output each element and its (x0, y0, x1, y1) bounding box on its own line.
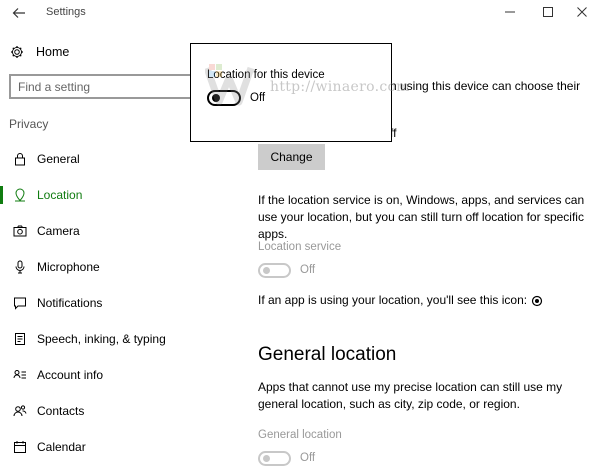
contacts-icon (12, 403, 28, 419)
sidebar-item-label: Microphone (37, 260, 100, 274)
toggle-state: Off (250, 92, 266, 104)
location-service-label: Location service (258, 241, 342, 253)
microphone-icon (12, 259, 28, 275)
sidebar-item-label: Notifications (37, 296, 103, 310)
sidebar-item-label: Account info (37, 368, 104, 382)
sidebar-item-account-info[interactable]: Account info (0, 360, 238, 390)
maximize-icon (543, 7, 553, 17)
toggle-state: Off (300, 264, 316, 276)
gear-icon (11, 46, 23, 58)
popup-title: Location for this device (207, 69, 325, 81)
location-service-toggle[interactable]: Off (258, 262, 315, 278)
sidebar-item-label: Calendar (37, 440, 86, 454)
minimize-button[interactable] (498, 2, 522, 22)
active-indicator (0, 186, 3, 204)
general-location-toggle[interactable]: Off (258, 450, 315, 466)
icon-sentence-text: If an app is using your location, you'll… (258, 293, 528, 307)
section-label-privacy: Privacy (9, 117, 49, 131)
home-label: Home (36, 45, 70, 59)
service-description: If the location service is on, Windows, … (258, 193, 585, 241)
title-bar: Settings (0, 0, 600, 26)
camera-icon (12, 223, 28, 239)
toggle-state: Off (300, 452, 316, 464)
calendar-icon (12, 439, 28, 455)
speech-icon (12, 331, 28, 347)
sidebar-item-location[interactable]: Location (0, 180, 238, 210)
maximize-button[interactable] (536, 2, 560, 22)
back-arrow-icon (12, 8, 25, 18)
lock-icon (12, 151, 28, 167)
sidebar-item-speech[interactable]: Speech, inking, & typing (0, 324, 238, 354)
sidebar-item-label: Location (37, 188, 83, 202)
home-button[interactable]: Home (10, 42, 69, 62)
device-location-toggle[interactable]: Off (207, 90, 265, 106)
toggle-switch[interactable] (258, 450, 291, 466)
sidebar-item-label: Speech, inking, & typing (37, 332, 166, 346)
close-button[interactable] (570, 2, 594, 22)
sidebar-item-label: General (37, 152, 80, 166)
sidebar-item-notifications[interactable]: Notifications (0, 288, 238, 318)
window-title: Settings (46, 6, 86, 18)
location-icon-sentence: If an app is using your location, you'll… (258, 292, 543, 309)
sidebar-item-label: Contacts (37, 404, 85, 418)
minimize-icon (505, 11, 515, 13)
sidebar-item-contacts[interactable]: Contacts (0, 396, 238, 426)
sidebar-item-camera[interactable]: Camera (0, 216, 238, 246)
location-device-popup: Location for this device Off (190, 43, 392, 142)
location-icon (12, 187, 28, 203)
general-location-label: General location (258, 429, 342, 441)
intro-text-fragment: n using this device can choose their (390, 79, 581, 93)
back-button[interactable] (10, 4, 28, 22)
location-in-use-icon (532, 295, 543, 306)
account-icon (12, 367, 28, 383)
toggle-switch[interactable] (207, 90, 241, 106)
notifications-icon (12, 295, 28, 311)
toggle-switch[interactable] (258, 262, 291, 278)
search-input[interactable] (11, 76, 191, 97)
sidebar-item-microphone[interactable]: Microphone (0, 252, 238, 282)
sidebar-item-label: Camera (37, 224, 80, 238)
sidebar-item-general[interactable]: General (0, 144, 238, 174)
general-location-description: Apps that cannot use my precise location… (258, 380, 563, 411)
general-location-heading: General location (258, 344, 397, 365)
sidebar-item-calendar[interactable]: Calendar (0, 432, 238, 462)
close-icon (577, 7, 587, 17)
change-button[interactable]: Change (258, 144, 325, 170)
